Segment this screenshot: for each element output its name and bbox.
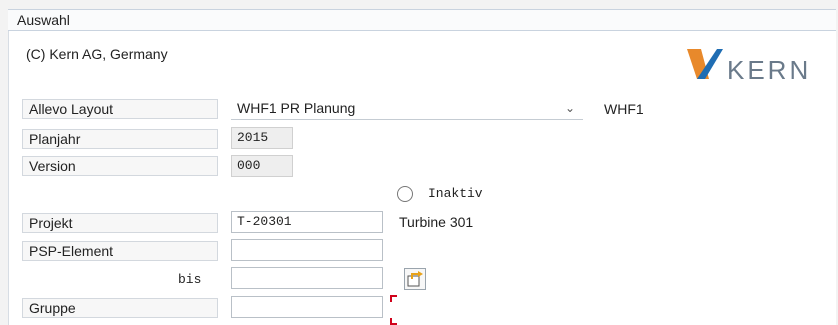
gruppe-field[interactable]: [231, 296, 383, 318]
section-header: Auswahl: [8, 9, 836, 31]
psp-element-from-field[interactable]: [231, 239, 383, 261]
allevo-layout-label: Allevo Layout: [22, 99, 218, 119]
logo-text: KERN: [727, 55, 811, 85]
inaktiv-radio-label[interactable]: Inaktiv: [428, 186, 483, 201]
gruppe-label: Gruppe: [22, 298, 218, 318]
allevo-layout-code: WHF1: [604, 101, 644, 117]
psp-element-to-label: bis: [178, 272, 202, 287]
projekt-description: Turbine 301: [399, 214, 474, 230]
section-title: Auswahl: [17, 12, 70, 28]
psp-element-to-field[interactable]: [231, 267, 383, 289]
projekt-label: Projekt: [22, 213, 218, 233]
planjahr-field: 2015: [231, 127, 293, 149]
planjahr-label: Planjahr: [22, 129, 218, 149]
copyright-text: (C) Kern AG, Germany: [26, 46, 168, 62]
allevo-layout-select[interactable]: WHF1 PR Planung ⌄: [231, 98, 583, 120]
psp-element-label: PSP-Element: [22, 241, 218, 261]
inaktiv-radio[interactable]: [397, 186, 413, 202]
chevron-down-icon[interactable]: ⌄: [565, 98, 575, 119]
required-marker-top: [390, 295, 397, 302]
multiple-selection-icon: [407, 271, 423, 287]
version-label: Version: [22, 156, 218, 176]
kern-logo: KERN: [683, 45, 823, 85]
required-marker-bottom: [390, 318, 397, 325]
multiple-selection-button[interactable]: [404, 268, 426, 290]
version-field: 000: [231, 155, 293, 177]
projekt-field[interactable]: T-20301: [231, 211, 383, 233]
allevo-layout-value: WHF1 PR Planung: [237, 100, 356, 116]
